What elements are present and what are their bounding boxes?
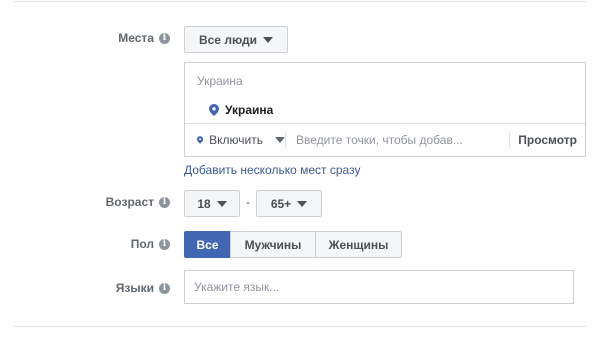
add-multiple-locations-link[interactable]: Добавить несколько мест сразу xyxy=(184,163,360,177)
languages-label: Языки i xyxy=(116,281,170,295)
age-label-text: Возраст xyxy=(105,195,154,209)
languages-label-text: Языки xyxy=(115,281,154,295)
gender-women-button[interactable]: Женщины xyxy=(315,231,402,258)
selected-location-label: Украина xyxy=(225,103,274,117)
include-dropdown[interactable]: Включить xyxy=(185,133,285,147)
gender-men-button[interactable]: Мужчины xyxy=(230,231,316,258)
age-label: Возраст i xyxy=(106,195,170,209)
places-label-text: Места xyxy=(118,31,154,45)
top-divider xyxy=(14,1,586,2)
include-dropdown-label: Включить xyxy=(209,133,263,147)
info-icon[interactable]: i xyxy=(159,238,170,250)
info-icon[interactable]: i xyxy=(159,196,170,208)
caret-down-icon xyxy=(297,200,308,207)
bottom-divider xyxy=(14,326,586,327)
info-icon[interactable]: i xyxy=(159,282,170,294)
location-box: Украина Украина Включить Введите точки, … xyxy=(184,62,586,157)
caret-down-icon xyxy=(216,200,227,207)
people-dropdown-label: Все люди xyxy=(198,32,258,47)
location-pin-icon xyxy=(209,104,219,116)
location-search-input[interactable]: Введите точки, чтобы добав... xyxy=(286,133,509,147)
selected-location[interactable]: Украина xyxy=(209,103,273,117)
age-separator: - xyxy=(246,195,250,209)
age-max-dropdown[interactable]: 65+ xyxy=(256,190,322,217)
caret-down-icon xyxy=(263,36,274,43)
gender-label: Пол i xyxy=(131,237,170,251)
gender-label-text: Пол xyxy=(130,237,154,251)
country-header: Украина xyxy=(197,74,243,88)
language-input[interactable]: Укажите язык... xyxy=(184,270,574,304)
age-max-value: 65+ xyxy=(270,196,292,211)
browse-button[interactable]: Просмотр xyxy=(510,133,585,147)
age-min-value: 18 xyxy=(197,196,211,211)
people-dropdown[interactable]: Все люди xyxy=(184,26,288,53)
location-pin-icon xyxy=(197,136,204,144)
age-min-dropdown[interactable]: 18 xyxy=(184,190,240,217)
places-label: Места i xyxy=(118,31,170,45)
gender-all-button[interactable]: Все xyxy=(184,231,231,258)
info-icon[interactable]: i xyxy=(159,32,170,44)
caret-down-icon xyxy=(275,137,285,143)
gender-selector: Все Мужчины Женщины xyxy=(184,231,402,258)
location-search-bar: Включить Введите точки, чтобы добав... П… xyxy=(185,123,585,156)
